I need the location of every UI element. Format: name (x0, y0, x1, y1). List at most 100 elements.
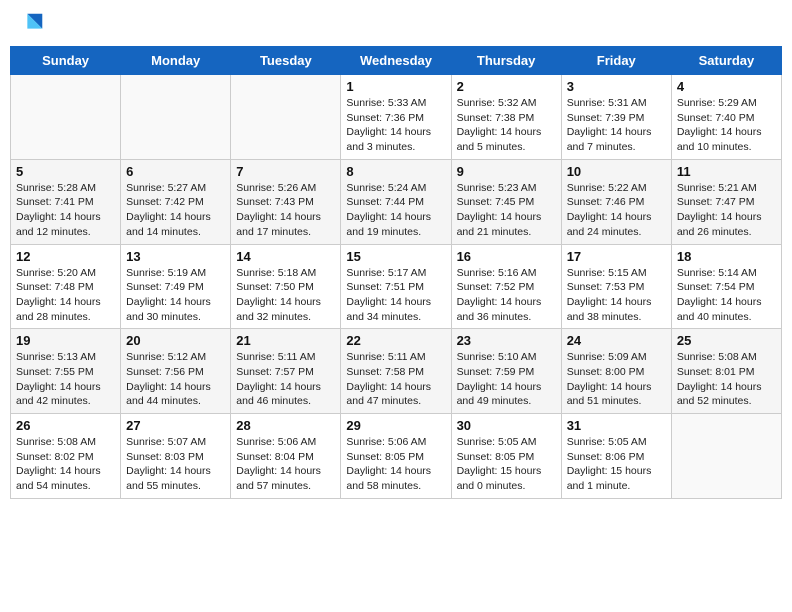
calendar-cell: 22Sunrise: 5:11 AMSunset: 7:58 PMDayligh… (341, 329, 451, 414)
day-number: 2 (457, 79, 556, 94)
calendar-cell: 23Sunrise: 5:10 AMSunset: 7:59 PMDayligh… (451, 329, 561, 414)
calendar-cell: 31 Sunrise: 5:05 AMSunset: 8:06 PMDayligh… (561, 414, 671, 499)
day-number: 26 (16, 418, 115, 433)
day-number: 7 (236, 164, 335, 179)
day-number: 13 (126, 249, 225, 264)
day-info: Sunrise: 5:05 AMSunset: 8:05 PMDaylight:… (457, 435, 556, 494)
calendar-cell: 13 Sunrise: 5:19 AMSunset: 7:49 PMDayligh… (121, 244, 231, 329)
day-info: Sunrise: 5:06 AMSunset: 8:05 PMDaylight:… (346, 435, 445, 494)
day-info: Sunrise: 5:14 AMSunset: 7:54 PMDaylight:… (677, 266, 776, 325)
day-info: Sunrise: 5:20 AMSunset: 7:48 PMDaylight:… (16, 266, 115, 325)
calendar-week-5: 26 Sunrise: 5:08 AMSunset: 8:02 PMDayligh… (11, 414, 782, 499)
calendar-cell: 7 Sunrise: 5:26 AMSunset: 7:43 PMDaylight… (231, 159, 341, 244)
calendar-cell (11, 75, 121, 160)
day-info: Sunrise: 5:12 AMSunset: 7:56 PMDaylight:… (126, 350, 225, 409)
calendar-cell: 29 Sunrise: 5:06 AMSunset: 8:05 PMDayligh… (341, 414, 451, 499)
calendar-cell (671, 414, 781, 499)
day-number: 31 (567, 418, 666, 433)
day-number: 20 (126, 333, 225, 348)
day-number: 6 (126, 164, 225, 179)
day-number: 28 (236, 418, 335, 433)
calendar-cell: 27 Sunrise: 5:07 AMSunset: 8:03 PMDayligh… (121, 414, 231, 499)
day-number: 29 (346, 418, 445, 433)
day-number: 1 (346, 79, 445, 94)
day-info: Sunrise: 5:17 AMSunset: 7:51 PMDaylight:… (346, 266, 445, 325)
calendar-cell: 5Sunrise: 5:28 AMSunset: 7:41 PMDaylight… (11, 159, 121, 244)
logo (14, 10, 46, 38)
calendar-cell (231, 75, 341, 160)
day-info: Sunrise: 5:15 AMSunset: 7:53 PMDaylight:… (567, 266, 666, 325)
day-number: 16 (457, 249, 556, 264)
day-info: Sunrise: 5:07 AMSunset: 8:03 PMDaylight:… (126, 435, 225, 494)
header-wednesday: Wednesday (341, 47, 451, 75)
calendar-cell: 30 Sunrise: 5:05 AMSunset: 8:05 PMDayligh… (451, 414, 561, 499)
calendar-week-1: 1 Sunrise: 5:33 AMSunset: 7:36 PMDaylight… (11, 75, 782, 160)
calendar-cell: 17Sunrise: 5:15 AMSunset: 7:53 PMDayligh… (561, 244, 671, 329)
day-number: 30 (457, 418, 556, 433)
day-info: Sunrise: 5:26 AMSunset: 7:43 PMDaylight:… (236, 181, 335, 240)
calendar-cell: 18 Sunrise: 5:14 AMSunset: 7:54 PMDayligh… (671, 244, 781, 329)
calendar-cell: 1 Sunrise: 5:33 AMSunset: 7:36 PMDaylight… (341, 75, 451, 160)
calendar-cell: 20 Sunrise: 5:12 AMSunset: 7:56 PMDayligh… (121, 329, 231, 414)
day-info: Sunrise: 5:22 AMSunset: 7:46 PMDaylight:… (567, 181, 666, 240)
day-number: 24 (567, 333, 666, 348)
calendar-week-3: 12 Sunrise: 5:20 AMSunset: 7:48 PMDayligh… (11, 244, 782, 329)
day-number: 15 (346, 249, 445, 264)
header-friday: Friday (561, 47, 671, 75)
calendar-week-2: 5Sunrise: 5:28 AMSunset: 7:41 PMDaylight… (11, 159, 782, 244)
day-number: 12 (16, 249, 115, 264)
day-number: 21 (236, 333, 335, 348)
calendar-cell: 14Sunrise: 5:18 AMSunset: 7:50 PMDayligh… (231, 244, 341, 329)
day-info: Sunrise: 5:19 AMSunset: 7:49 PMDaylight:… (126, 266, 225, 325)
header-tuesday: Tuesday (231, 47, 341, 75)
calendar-cell: 11 Sunrise: 5:21 AMSunset: 7:47 PMDayligh… (671, 159, 781, 244)
calendar-cell: 12 Sunrise: 5:20 AMSunset: 7:48 PMDayligh… (11, 244, 121, 329)
day-number: 19 (16, 333, 115, 348)
day-info: Sunrise: 5:11 AMSunset: 7:58 PMDaylight:… (346, 350, 445, 409)
header-thursday: Thursday (451, 47, 561, 75)
calendar-cell: 3 Sunrise: 5:31 AMSunset: 7:39 PMDaylight… (561, 75, 671, 160)
day-info: Sunrise: 5:05 AMSunset: 8:06 PMDaylight:… (567, 435, 666, 494)
day-number: 14 (236, 249, 335, 264)
day-number: 4 (677, 79, 776, 94)
calendar-cell: 8Sunrise: 5:24 AMSunset: 7:44 PMDaylight… (341, 159, 451, 244)
header-sunday: Sunday (11, 47, 121, 75)
day-number: 27 (126, 418, 225, 433)
day-info: Sunrise: 5:11 AMSunset: 7:57 PMDaylight:… (236, 350, 335, 409)
day-number: 10 (567, 164, 666, 179)
header-saturday: Saturday (671, 47, 781, 75)
calendar-cell: 10 Sunrise: 5:22 AMSunset: 7:46 PMDayligh… (561, 159, 671, 244)
calendar-cell: 9Sunrise: 5:23 AMSunset: 7:45 PMDaylight… (451, 159, 561, 244)
day-info: Sunrise: 5:08 AMSunset: 8:02 PMDaylight:… (16, 435, 115, 494)
header-monday: Monday (121, 47, 231, 75)
calendar-week-4: 19 Sunrise: 5:13 AMSunset: 7:55 PMDayligh… (11, 329, 782, 414)
day-number: 9 (457, 164, 556, 179)
calendar-cell: 21 Sunrise: 5:11 AMSunset: 7:57 PMDayligh… (231, 329, 341, 414)
day-number: 5 (16, 164, 115, 179)
calendar-cell: 28 Sunrise: 5:06 AMSunset: 8:04 PMDayligh… (231, 414, 341, 499)
calendar-cell: 16 Sunrise: 5:16 AMSunset: 7:52 PMDayligh… (451, 244, 561, 329)
calendar-table: SundayMondayTuesdayWednesdayThursdayFrid… (10, 46, 782, 499)
day-number: 23 (457, 333, 556, 348)
calendar-cell (121, 75, 231, 160)
day-info: Sunrise: 5:31 AMSunset: 7:39 PMDaylight:… (567, 96, 666, 155)
day-number: 3 (567, 79, 666, 94)
day-info: Sunrise: 5:13 AMSunset: 7:55 PMDaylight:… (16, 350, 115, 409)
day-info: Sunrise: 5:33 AMSunset: 7:36 PMDaylight:… (346, 96, 445, 155)
calendar-cell: 26 Sunrise: 5:08 AMSunset: 8:02 PMDayligh… (11, 414, 121, 499)
logo-icon (18, 10, 46, 38)
calendar-cell: 4Sunrise: 5:29 AMSunset: 7:40 PMDaylight… (671, 75, 781, 160)
calendar-cell: 2Sunrise: 5:32 AMSunset: 7:38 PMDaylight… (451, 75, 561, 160)
day-info: Sunrise: 5:21 AMSunset: 7:47 PMDaylight:… (677, 181, 776, 240)
calendar-cell: 15 Sunrise: 5:17 AMSunset: 7:51 PMDayligh… (341, 244, 451, 329)
day-number: 11 (677, 164, 776, 179)
calendar-cell: 25Sunrise: 5:08 AMSunset: 8:01 PMDayligh… (671, 329, 781, 414)
day-number: 25 (677, 333, 776, 348)
day-number: 18 (677, 249, 776, 264)
day-number: 8 (346, 164, 445, 179)
calendar-cell: 24Sunrise: 5:09 AMSunset: 8:00 PMDayligh… (561, 329, 671, 414)
day-info: Sunrise: 5:16 AMSunset: 7:52 PMDaylight:… (457, 266, 556, 325)
day-info: Sunrise: 5:06 AMSunset: 8:04 PMDaylight:… (236, 435, 335, 494)
calendar-cell: 6Sunrise: 5:27 AMSunset: 7:42 PMDaylight… (121, 159, 231, 244)
calendar-cell: 19 Sunrise: 5:13 AMSunset: 7:55 PMDayligh… (11, 329, 121, 414)
